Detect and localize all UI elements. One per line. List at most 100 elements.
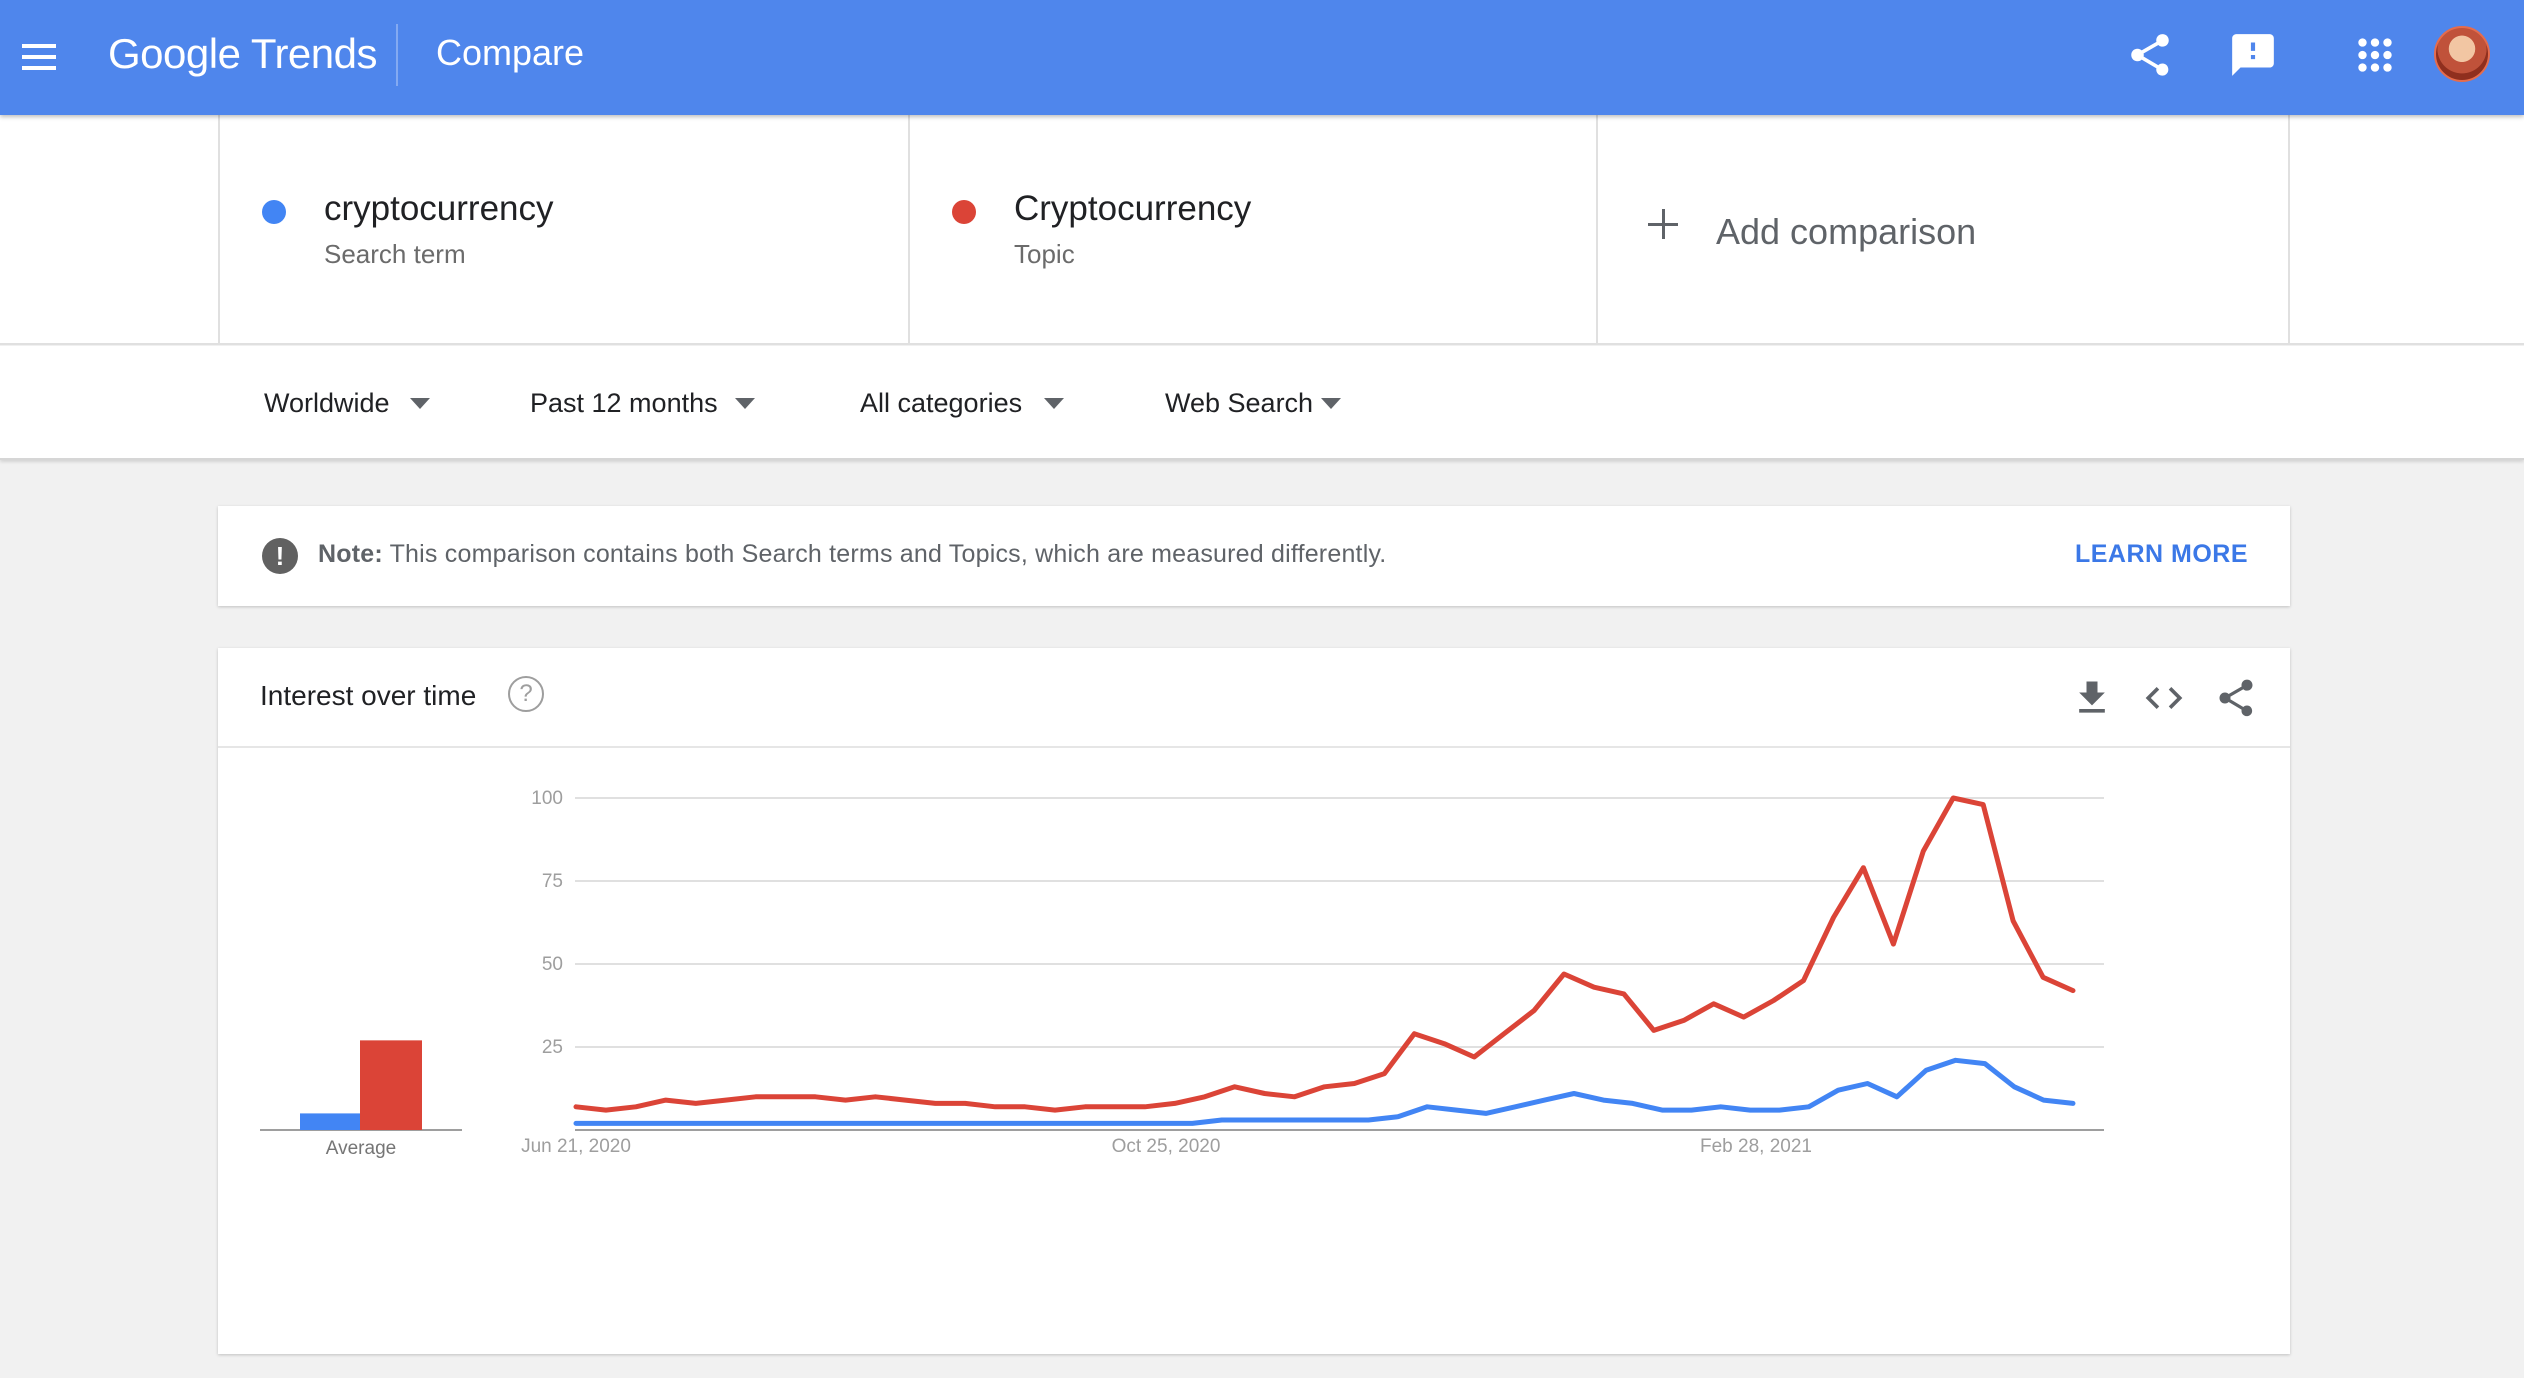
note-text: Note: This comparison contains both Sear… <box>318 540 1386 569</box>
data-point <box>1713 1003 1715 1005</box>
data-point <box>1862 867 1864 869</box>
data-point <box>1867 1083 1868 1084</box>
share-icon[interactable] <box>2214 676 2258 720</box>
data-point <box>755 1096 757 1098</box>
average-bar-2 <box>360 1040 422 1130</box>
data-point <box>1204 1096 1206 1098</box>
add-comparison-button[interactable]: Add comparison <box>1596 115 2290 345</box>
alert-icon: ! <box>262 538 298 574</box>
download-icon[interactable] <box>2070 676 2114 720</box>
data-point <box>1690 1109 1692 1111</box>
embed-icon[interactable] <box>2142 676 2186 720</box>
data-point <box>1925 1069 1927 1071</box>
data-point <box>1632 1102 1634 1104</box>
data-point <box>898 1122 900 1124</box>
data-point <box>1294 1096 1296 1098</box>
chevron-down-icon[interactable] <box>410 398 430 409</box>
plus-icon <box>1648 209 1678 239</box>
term-color-dot <box>262 200 286 224</box>
chevron-down-icon[interactable] <box>1044 398 1064 409</box>
average-label: Average <box>326 1138 396 1159</box>
data-point <box>1221 1119 1223 1121</box>
card-title: Interest over time <box>260 680 477 711</box>
data-point <box>874 1096 876 1098</box>
data-point <box>2012 920 2014 922</box>
menu-icon[interactable] <box>20 40 60 74</box>
share-icon[interactable] <box>2125 30 2175 80</box>
data-point <box>815 1096 816 1098</box>
data-point <box>1103 1122 1105 1124</box>
data-point <box>1191 1122 1193 1124</box>
data-point <box>1485 1112 1487 1114</box>
data-point <box>663 1122 665 1124</box>
account-avatar[interactable] <box>2434 26 2490 82</box>
page-title: Compare <box>436 32 585 73</box>
data-point <box>1162 1122 1164 1124</box>
time-range-dropdown[interactable]: Past 12 months <box>530 388 718 419</box>
apps-grid-icon[interactable] <box>2350 30 2400 80</box>
data-point <box>1045 1122 1047 1124</box>
data-point <box>1952 797 1954 799</box>
data-point <box>964 1102 966 1104</box>
term-card-2[interactable]: Cryptocurrency Topic <box>908 115 1596 345</box>
region-dropdown[interactable]: Worldwide <box>264 388 390 419</box>
search-property-dropdown[interactable]: Web Search <box>1165 388 1313 419</box>
data-point <box>1922 850 1924 852</box>
data-point <box>1443 1043 1445 1045</box>
data-point <box>1563 973 1565 975</box>
term-name: Cryptocurrency <box>1014 189 1252 228</box>
data-point <box>1015 1122 1017 1124</box>
data-point <box>605 1109 607 1111</box>
x-tick-label: Jun 21, 2020 <box>521 1136 631 1157</box>
x-tick-label: Oct 25, 2020 <box>1112 1136 1221 1157</box>
help-icon[interactable]: ? <box>508 676 544 712</box>
app-header: Google Trends Compare <box>0 0 2524 115</box>
google-trends-logo[interactable]: Google Trends <box>108 30 378 78</box>
data-point <box>1353 1083 1355 1084</box>
data-point <box>1743 1016 1745 1018</box>
data-point <box>1114 1106 1116 1108</box>
term-color-dot <box>952 200 976 224</box>
data-point <box>1544 1099 1546 1101</box>
data-point <box>634 1122 636 1124</box>
data-point <box>1456 1109 1458 1111</box>
data-point <box>1533 1010 1535 1011</box>
chevron-down-icon[interactable] <box>735 398 755 409</box>
data-point <box>957 1122 959 1124</box>
feedback-icon[interactable] <box>2228 30 2278 80</box>
data-point <box>1573 1093 1575 1094</box>
data-point <box>1426 1106 1428 1108</box>
data-point <box>2072 990 2074 992</box>
data-point <box>1174 1102 1176 1104</box>
data-point <box>1054 1109 1056 1111</box>
average-bar-1 <box>300 1113 362 1130</box>
interest-over-time-chart[interactable]: 25 50 75 100 Jun 21, 2020 Oct 25, 2020 Feb 28,… <box>218 748 2290 1348</box>
data-point <box>1280 1119 1281 1121</box>
term-card-1[interactable]: cryptocurrency Search term <box>218 115 908 345</box>
data-point <box>604 1122 606 1124</box>
data-point <box>1837 1089 1839 1091</box>
comparison-terms-bar: cryptocurrency Search term Cryptocurrenc… <box>0 115 2524 345</box>
learn-more-link[interactable]: LEARN MORE <box>2075 540 2248 569</box>
data-point <box>1833 917 1834 918</box>
data-point <box>2042 976 2044 978</box>
data-point <box>2013 1086 2015 1088</box>
data-point <box>781 1122 782 1124</box>
series-line-1 <box>573 1057 2076 1126</box>
data-point <box>635 1106 637 1108</box>
data-point <box>1982 804 1984 806</box>
data-point <box>904 1099 906 1101</box>
note-message: This comparison contains both Search ter… <box>382 540 1387 568</box>
data-point <box>1683 1019 1685 1021</box>
note-label: Note: <box>318 540 383 568</box>
data-point <box>695 1102 697 1104</box>
data-point <box>1896 1096 1898 1098</box>
data-point <box>2043 1099 2045 1101</box>
chevron-down-icon[interactable] <box>1321 398 1341 409</box>
term-type: Topic <box>1014 239 1075 269</box>
term-name: cryptocurrency <box>324 189 554 228</box>
data-point <box>665 1099 667 1101</box>
category-dropdown[interactable]: All categories <box>860 388 1022 419</box>
data-point <box>986 1122 988 1124</box>
data-point <box>927 1122 929 1124</box>
